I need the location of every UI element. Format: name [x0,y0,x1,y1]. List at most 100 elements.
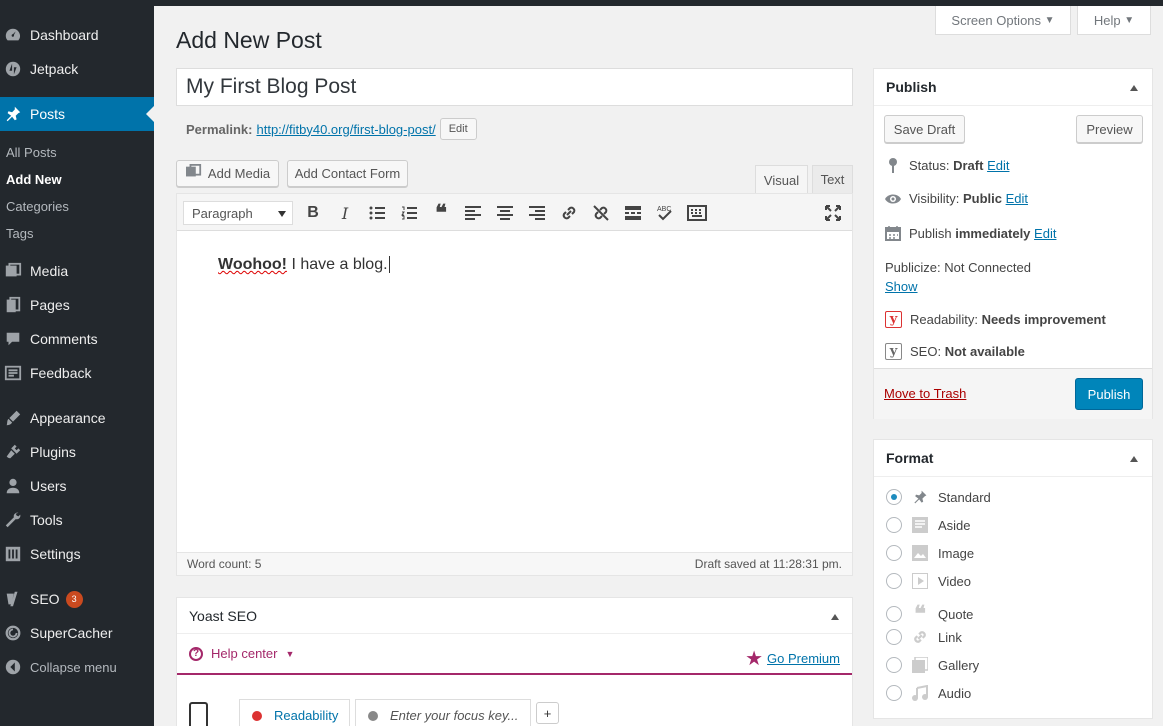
aside-icon [910,517,930,533]
radio-button[interactable] [886,606,902,622]
bold-icon[interactable]: B [303,203,323,223]
collapse-arrow-icon[interactable] [831,614,839,620]
sidebar-item-feedback[interactable]: Feedback [0,356,154,390]
yoast-seo-box: Yoast SEO ? Help center ▼ ★ Go Premium R… [176,597,853,726]
format-option-gallery[interactable]: Gallery [886,657,979,673]
format-option-image[interactable]: Image [886,545,974,561]
format-box-header[interactable]: Format [874,440,1152,477]
jetpack-icon [3,60,23,78]
word-count: Word count: 5 [187,557,262,571]
sidebar-item-label: Jetpack [30,61,79,77]
permalink-link[interactable]: http://fitby40.org/first-blog-post/ [256,122,435,137]
numbered-list-icon[interactable] [399,203,419,223]
permalink-row: Permalink: http://fitby40.org/first-blog… [186,118,477,140]
feedback-icon [3,364,23,382]
move-to-trash-link[interactable]: Move to Trash [884,386,966,401]
collapse-menu-button[interactable]: Collapse menu [0,650,154,684]
tab-visual[interactable]: Visual [755,165,808,194]
sidebar-item-comments[interactable]: Comments [0,322,154,356]
submenu-all-posts[interactable]: All Posts [6,145,57,160]
sidebar-item-jetpack[interactable]: Jetpack [0,52,154,86]
calendar-icon [885,225,901,241]
publish-schedule-edit-link[interactable]: Edit [1034,226,1056,241]
radio-button[interactable] [886,629,902,645]
radio-button[interactable] [886,657,902,673]
sidebar-item-users[interactable]: Users [0,469,154,503]
radio-button[interactable] [886,489,902,505]
readability-label: Readability: [910,312,978,327]
sidebar-item-settings[interactable]: Settings [0,537,154,571]
tab-text[interactable]: Text [812,165,853,193]
format-option-video[interactable]: Video [886,573,971,589]
align-center-icon[interactable] [495,203,515,223]
submenu-categories[interactable]: Categories [6,199,69,214]
publish-box-header[interactable]: Publish [874,69,1152,106]
tab-readability[interactable]: Readability [239,699,350,726]
collapse-arrow-icon[interactable] [1130,456,1138,462]
format-option-link[interactable]: Link [886,629,962,645]
italic-icon[interactable]: I [335,203,355,223]
format-option-quote[interactable]: ❝ Quote [886,601,973,627]
paragraph-format-select[interactable]: Paragraph [183,201,293,225]
sidebar-item-supercacher[interactable]: SuperCacher [0,616,154,650]
sidebar-item-seo[interactable]: SEO 3 [0,582,154,616]
post-title-input[interactable]: My First Blog Post [176,68,853,106]
add-keyword-button[interactable]: + [536,702,559,724]
submenu-add-new[interactable]: Add New [6,172,62,187]
radio-button[interactable] [886,517,902,533]
tools-icon [3,511,23,529]
remove-link-icon[interactable] [591,203,611,223]
sidebar-item-media[interactable]: Media [0,254,154,288]
status-edit-link[interactable]: Edit [987,158,1009,173]
publish-button[interactable]: Publish [1075,378,1143,410]
sidebar-item-plugins[interactable]: Plugins [0,435,154,469]
radio-button[interactable] [886,685,902,701]
publicize-show-link[interactable]: Show [885,279,918,294]
format-option-label: Link [938,629,962,645]
sidebar-item-tools[interactable]: Tools [0,503,154,537]
yoast-help-center-toggle[interactable]: ? Help center ▼ [189,646,294,661]
fullscreen-icon[interactable] [823,203,843,223]
format-option-aside[interactable]: Aside [886,517,971,533]
radio-button[interactable] [886,545,902,561]
yoast-seo-header[interactable]: Yoast SEO [177,598,852,634]
tab-focus-keyword[interactable]: Enter your focus key... [355,699,531,726]
format-option-label: Standard [938,489,991,505]
add-contact-form-button[interactable]: Add Contact Form [287,160,408,187]
submenu-tags[interactable]: Tags [6,226,33,241]
format-option-standard[interactable]: Standard [886,489,991,505]
visibility-edit-link[interactable]: Edit [1006,191,1028,206]
sidebar-item-appearance[interactable]: Appearance [0,401,154,435]
sidebar-item-label: Comments [30,331,98,347]
format-option-audio[interactable]: Audio [886,685,971,701]
editor-content[interactable]: Woohoo! I have a blog. [218,256,390,274]
bullet-list-icon[interactable] [367,203,387,223]
dropdown-arrow-icon: ▼ [1044,14,1055,26]
sidebar-item-dashboard[interactable]: Dashboard [0,18,154,52]
add-media-button[interactable]: Add Media [176,160,279,187]
sidebar-item-label: Pages [30,297,70,313]
keyboard-toolbar-toggle-icon[interactable] [687,203,707,223]
read-more-icon[interactable] [623,203,643,223]
collapse-arrow-icon[interactable] [1130,85,1138,91]
video-icon [910,573,930,589]
align-left-icon[interactable] [463,203,483,223]
permalink-edit-button[interactable]: Edit [439,118,477,140]
pushpin-icon [3,105,23,123]
blockquote-icon[interactable]: ❝ [431,200,451,225]
go-premium-link[interactable]: ★ Go Premium [745,646,840,671]
screen-options-button[interactable]: Screen Options ▼ [935,6,1071,35]
spellcheck-icon[interactable]: ABC [655,203,675,223]
align-right-icon[interactable] [527,203,547,223]
sidebar-item-pages[interactable]: Pages [0,288,154,322]
preview-button[interactable]: Preview [1076,115,1143,143]
focus-keyword-placeholder: Enter your focus key... [390,708,519,723]
save-draft-button[interactable]: Save Draft [884,115,965,143]
radio-button[interactable] [886,573,902,589]
status-label: Status: [909,157,950,173]
sidebar-item-posts[interactable]: Posts [0,97,154,131]
editor-toolbar: Paragraph B I ❝ ABC [177,194,852,231]
sidebar-item-label: Settings [30,546,81,562]
help-button[interactable]: Help ▼ [1077,6,1151,35]
insert-link-icon[interactable] [559,203,579,223]
